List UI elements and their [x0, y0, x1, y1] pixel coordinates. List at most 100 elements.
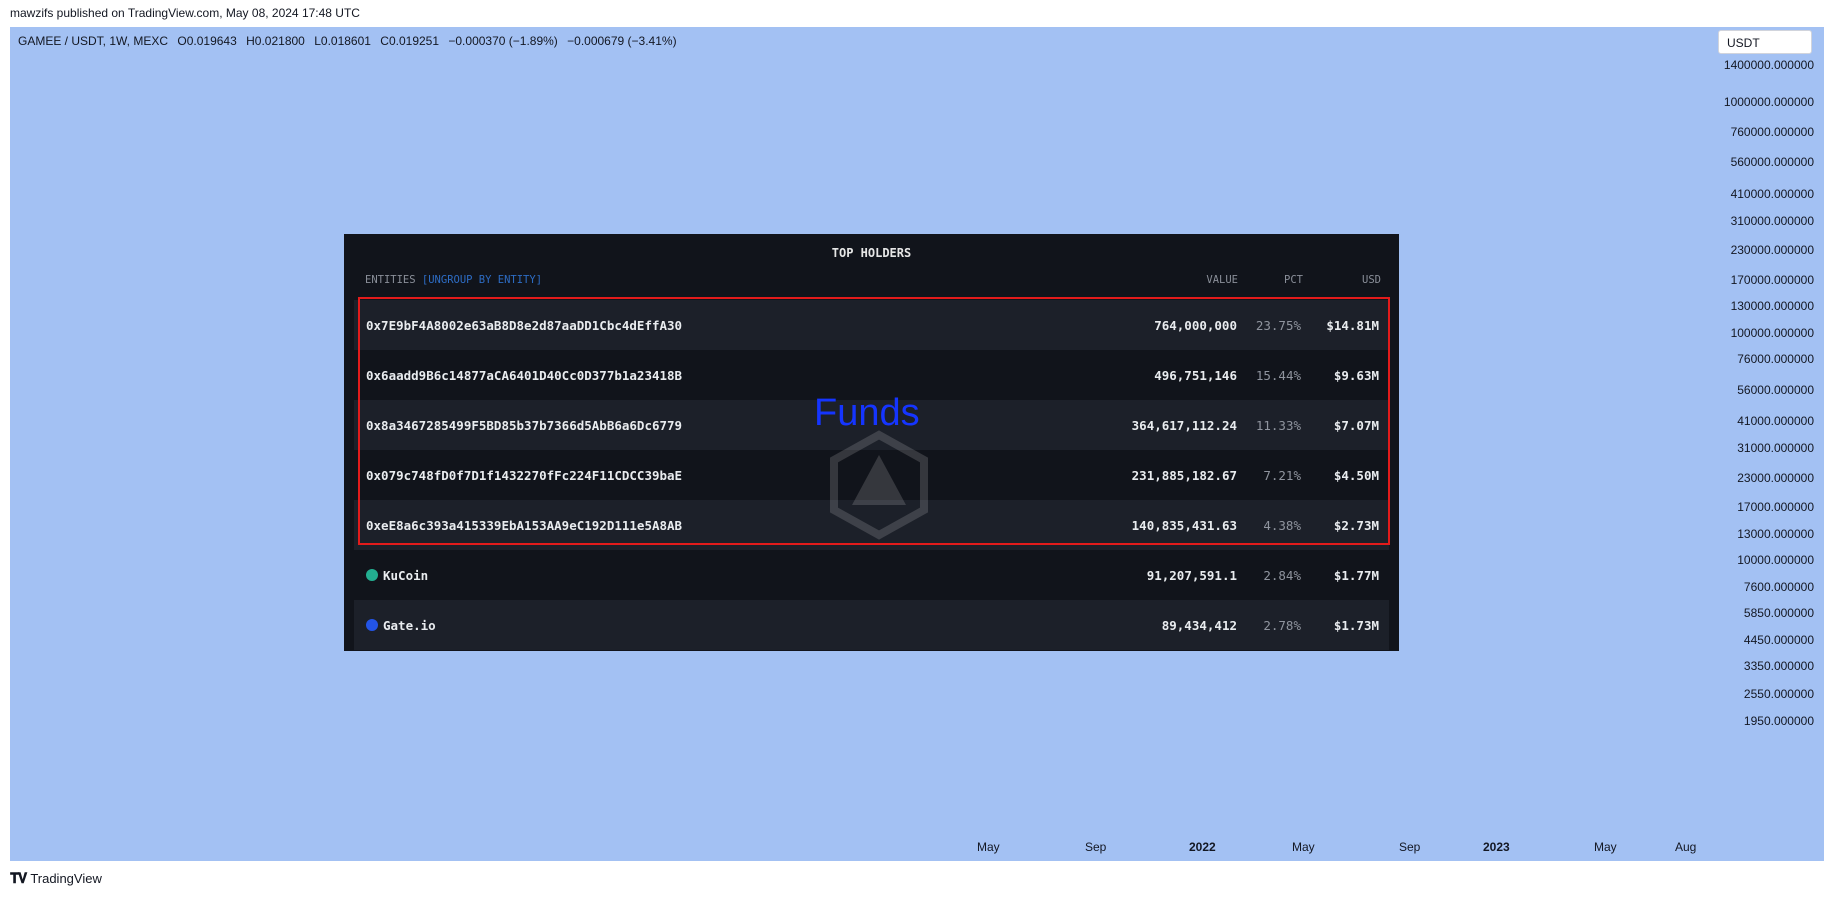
usd-column-header[interactable]: USD — [1362, 274, 1381, 286]
price-axis-label: 3350.000000 — [1743, 659, 1814, 673]
low-value: 0.018601 — [320, 34, 371, 48]
low-label: L — [314, 34, 321, 48]
entities-header: ENTITIES [UNGROUP BY ENTITY] — [365, 274, 542, 286]
open-value: 0.019643 — [186, 34, 237, 48]
tradingview-logo-text: TradingView — [30, 871, 102, 886]
publisher-caption: mawzifs published on TradingView.com, Ma… — [10, 6, 360, 20]
price-axis-label: 4450.000000 — [1743, 633, 1814, 647]
holder-value: 91,207,591.1 — [1146, 568, 1237, 583]
top-holders-panel: TOP HOLDERS ENTITIES [UNGROUP BY ENTITY]… — [344, 234, 1399, 651]
holder-name[interactable]: 0xeE8a6c393a415339EbA153AA9eC192D111e5A8… — [366, 518, 682, 533]
price-axis-label: 310000.000000 — [1730, 214, 1814, 228]
price-axis-label: 2550.000000 — [1743, 687, 1814, 701]
holder-name[interactable]: 0x8a3467285499F5BD85b37b7366d5AbB6a6Dc67… — [366, 418, 682, 433]
price-axis-label: 130000.000000 — [1730, 299, 1814, 313]
change-value-2: −0.000679 (−3.41%) — [567, 34, 677, 48]
ungroup-link[interactable]: [UNGROUP BY ENTITY] — [422, 274, 542, 286]
price-axis-label: 1000000.000000 — [1723, 95, 1814, 109]
tradingview-logo[interactable]: 𝐓𝐕 TradingView — [10, 870, 102, 887]
change-value: −0.000370 (−1.89%) — [448, 34, 558, 48]
holder-value: 140,835,431.63 — [1131, 518, 1237, 533]
price-axis-label: 230000.000000 — [1730, 243, 1814, 257]
holder-value: 496,751,146 — [1154, 368, 1237, 383]
time-axis-label: 2022 — [1189, 840, 1216, 854]
holder-usd: $2.73M — [1333, 518, 1379, 533]
symbol-title[interactable]: GAMEE / USDT, 1W, MEXC — [18, 34, 168, 48]
holder-usd: $7.07M — [1333, 418, 1379, 433]
time-axis-label: May — [1594, 840, 1617, 854]
time-axis-label: May — [1292, 840, 1315, 854]
holder-row[interactable]: KuCoin 91,207,591.1 2.84% $1.77M — [354, 550, 1389, 600]
holder-value: 364,617,112.24 — [1131, 418, 1237, 433]
holder-name[interactable]: 0x6aadd9B6c14877aCA6401D40Cc0D377b1a2341… — [366, 368, 682, 383]
close-label: C — [380, 34, 389, 48]
holder-pct: 7.21% — [1263, 468, 1301, 483]
close-value: 0.019251 — [388, 34, 440, 48]
holder-usd: $14.81M — [1326, 318, 1379, 333]
price-axis-label: 5850.000000 — [1743, 606, 1814, 620]
panel-title: TOP HOLDERS — [831, 246, 912, 260]
price-axis-label: 560000.000000 — [1730, 155, 1814, 169]
price-axis-label: 760000.000000 — [1730, 125, 1814, 139]
holder-pct: 4.38% — [1263, 518, 1301, 533]
holder-name-text: Gate.io — [383, 618, 436, 633]
price-axis-label: 17000.000000 — [1737, 500, 1814, 514]
price-axis-label: 1950.000000 — [1743, 714, 1814, 728]
open-label: O — [177, 34, 187, 48]
time-axis-label: Aug — [1675, 840, 1697, 854]
holder-pct: 2.84% — [1263, 568, 1301, 583]
price-axis-label: 100000.000000 — [1730, 326, 1814, 340]
price-axis-label: 23000.000000 — [1737, 471, 1814, 485]
arkham-logo-icon — [830, 430, 928, 540]
tradingview-logo-icon: 𝐓𝐕 — [10, 870, 27, 886]
value-column-header[interactable]: VALUE — [1206, 274, 1238, 286]
holder-name[interactable]: Gate.io — [366, 618, 436, 633]
holder-usd: $1.73M — [1333, 618, 1379, 633]
price-axis-label: 170000.000000 — [1730, 273, 1814, 287]
holder-usd: $9.63M — [1333, 368, 1379, 383]
holder-name[interactable]: KuCoin — [366, 568, 428, 583]
holder-value: 231,885,182.67 — [1131, 468, 1237, 483]
holder-value: 89,434,412 — [1161, 618, 1237, 633]
high-label: H — [246, 34, 255, 48]
holder-pct: 11.33% — [1255, 418, 1301, 433]
time-axis-label: Sep — [1085, 840, 1107, 854]
holder-pct: 15.44% — [1255, 368, 1301, 383]
holder-usd: $1.77M — [1333, 568, 1379, 583]
holder-value: 764,000,000 — [1154, 318, 1237, 333]
price-axis-label: 76000.000000 — [1737, 352, 1814, 366]
holder-name-text: 0xeE8a6c393a415339EbA153AA9eC192D111e5A8… — [366, 518, 683, 533]
holder-name-text: 0x6aadd9B6c14877aCA6401D40Cc0D377b1a2341… — [366, 368, 683, 383]
holder-row[interactable]: 0x7E9bF4A8002e63aB8D8e2d87aaDD1Cbc4dEffA… — [354, 300, 1389, 350]
price-axis-label: 56000.000000 — [1737, 383, 1814, 397]
holder-name[interactable]: 0x7E9bF4A8002e63aB8D8e2d87aaDD1Cbc4dEffA… — [366, 318, 682, 333]
holder-name-text: KuCoin — [383, 568, 429, 583]
holder-name[interactable]: 0x079c748fD0f7D1f1432270fFc224F11CDCC39b… — [366, 468, 682, 483]
price-axis-label: 7600.000000 — [1743, 580, 1814, 594]
holder-usd: $4.50M — [1333, 468, 1379, 483]
entities-label: ENTITIES — [365, 274, 416, 286]
holder-pct: 23.75% — [1255, 318, 1301, 333]
time-axis[interactable]: May Sep 2022 May Sep 2023 May Aug — [10, 840, 1824, 856]
holder-name-text: 0x8a3467285499F5BD85b37b7366d5AbB6a6Dc67… — [366, 418, 683, 433]
price-axis-label: 410000.000000 — [1730, 187, 1814, 201]
price-axis-label: 13000.000000 — [1737, 527, 1814, 541]
price-axis-label: 31000.000000 — [1737, 441, 1814, 455]
time-axis-label: 2023 — [1483, 840, 1510, 854]
holder-pct: 2.78% — [1263, 618, 1301, 633]
price-axis-label: 10000.000000 — [1737, 553, 1814, 567]
symbol-legend: GAMEE / USDT, 1W, MEXC O0.019643 H0.0218… — [18, 34, 683, 48]
pct-column-header[interactable]: PCT — [1284, 274, 1303, 286]
price-axis[interactable]: 1400000.000000 1000000.000000 760000.00000… — [1704, 27, 1824, 861]
holder-name-text: 0x079c748fD0f7D1f1432270fFc224F11CDCC39b… — [366, 468, 683, 483]
time-axis-label: May — [977, 840, 1000, 854]
price-axis-label: 1400000.000000 — [1723, 58, 1814, 72]
time-axis-label: Sep — [1399, 840, 1421, 854]
high-value: 0.021800 — [254, 34, 305, 48]
price-axis-label: 41000.000000 — [1737, 414, 1814, 428]
funds-annotation: Funds — [814, 392, 920, 434]
kucoin-icon — [366, 569, 378, 581]
gateio-icon — [366, 619, 378, 631]
holder-name-text: 0x7E9bF4A8002e63aB8D8e2d87aaDD1Cbc4dEffA… — [366, 318, 683, 333]
holder-row[interactable]: Gate.io 89,434,412 2.78% $1.73M — [354, 600, 1389, 650]
